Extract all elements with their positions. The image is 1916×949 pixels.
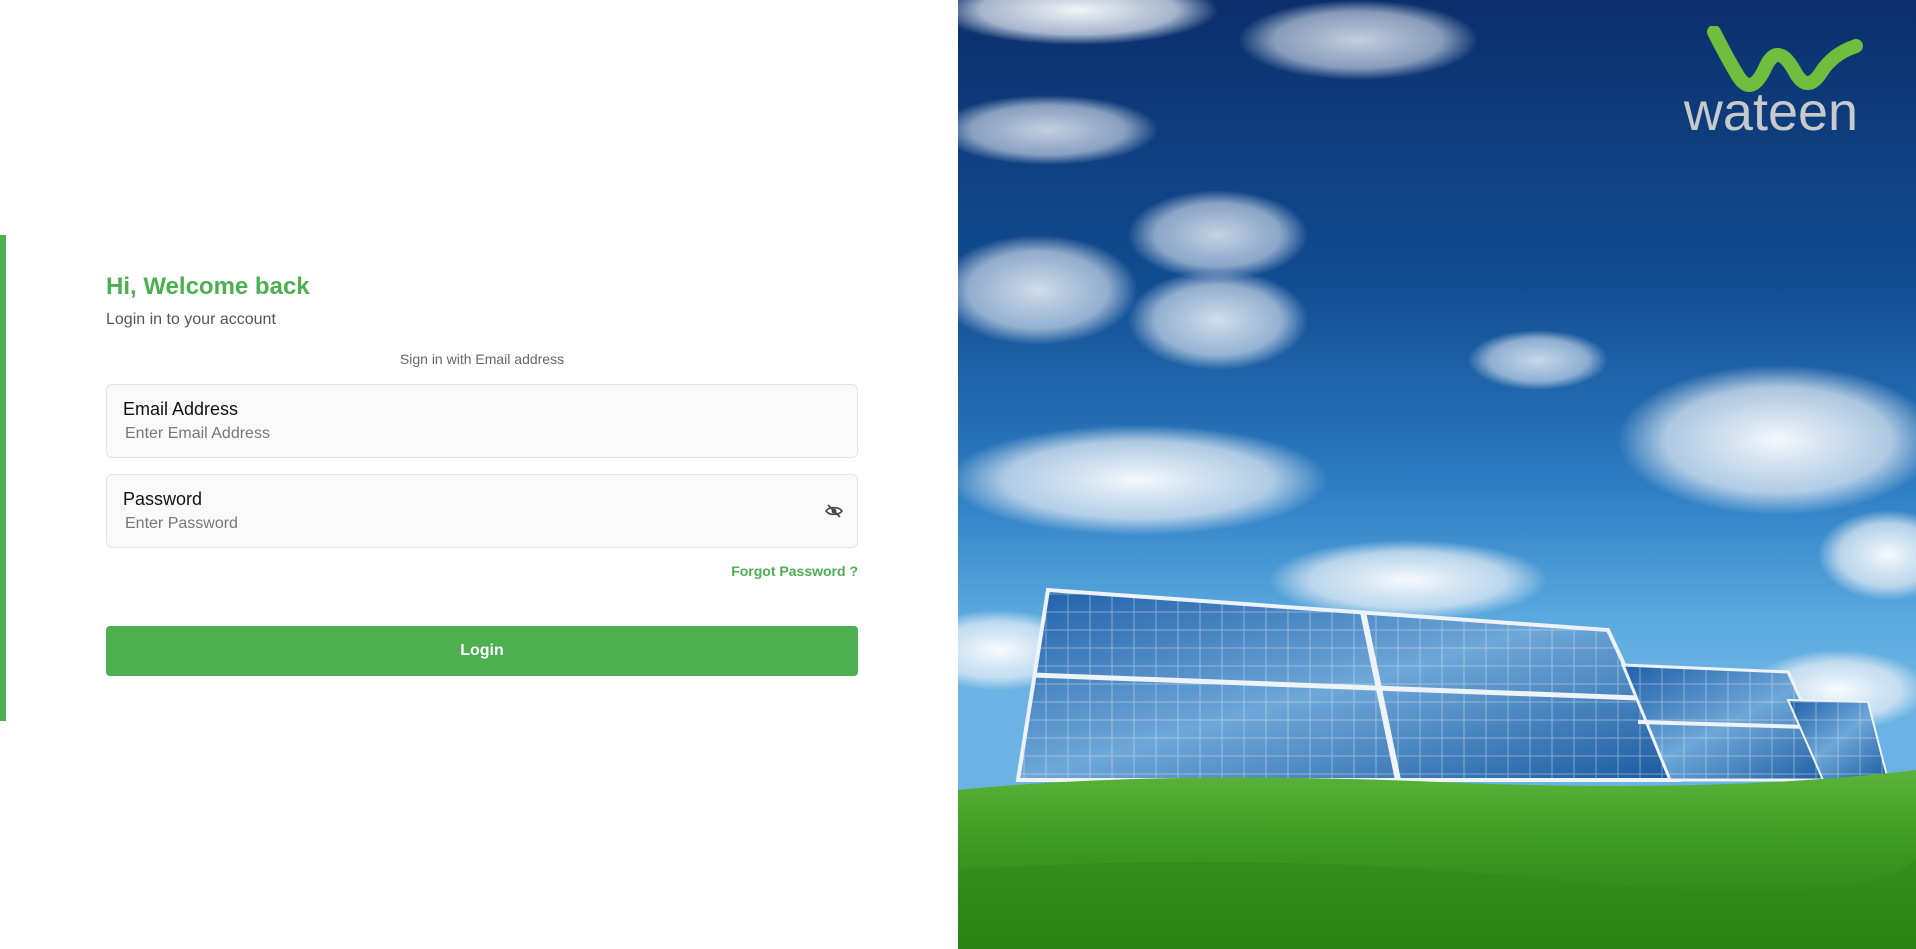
login-form: Hi, Welcome back Login in to your accoun… [106, 270, 858, 676]
wateen-logo: wateen [1666, 25, 1876, 142]
login-panel: Hi, Welcome back Login in to your accoun… [0, 0, 958, 949]
password-field: Password [106, 474, 858, 548]
email-input[interactable] [123, 424, 765, 444]
email-field: Email Address [106, 384, 858, 458]
page-title: Hi, Welcome back [106, 273, 310, 300]
eye-off-icon[interactable] [825, 503, 843, 519]
accent-bar [0, 235, 6, 721]
password-label: Password [123, 489, 203, 509]
email-label: Email Address [123, 399, 239, 419]
hero-image: wateen [958, 0, 1916, 949]
solar-panel-landscape-image [958, 0, 1916, 949]
wateen-logo-text: wateen [1683, 82, 1858, 138]
signin-method-label: Sign in with Email address [399, 351, 565, 367]
forgot-password-link[interactable]: Forgot Password ? [106, 562, 858, 580]
login-button[interactable]: Login [106, 626, 858, 676]
page-subtitle: Login in to your account [106, 311, 276, 328]
password-input[interactable] [123, 514, 765, 534]
